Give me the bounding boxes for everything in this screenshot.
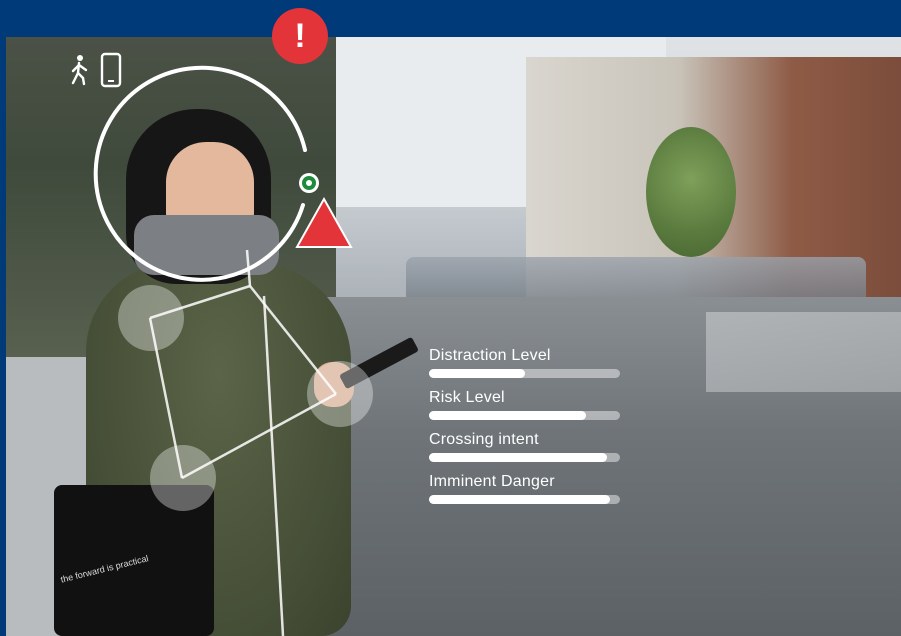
metric-bar-fill xyxy=(429,495,611,504)
metric-bar-fill xyxy=(429,411,586,420)
pose-joints xyxy=(118,285,373,511)
head-tracking-ring xyxy=(93,65,307,282)
metric-label: Distraction Level xyxy=(429,347,551,364)
status-icons xyxy=(71,52,122,88)
metric-row: Crossing intent xyxy=(429,430,629,472)
alert-icon: ! xyxy=(272,8,328,64)
metric-label: Crossing intent xyxy=(429,431,539,448)
joint-wrist xyxy=(307,361,373,427)
metric-bar-track xyxy=(429,453,620,462)
metric-label: Imminent Danger xyxy=(429,473,555,490)
joint-hip xyxy=(150,445,216,511)
metric-label: Risk Level xyxy=(429,389,505,406)
pedestrian-icon xyxy=(71,55,88,86)
metric-bar-track xyxy=(429,411,620,420)
joint-shoulder xyxy=(118,285,184,351)
ar-pedestrian-view: the forward is practical ! Distraction L… xyxy=(0,0,901,636)
warning-triangle-icon xyxy=(295,196,353,248)
metric-row: Distraction Level xyxy=(429,346,629,388)
metric-bar-track xyxy=(429,495,620,504)
metric-bar-fill xyxy=(429,453,607,462)
metric-bar-fill xyxy=(429,369,525,378)
detection-overlay xyxy=(93,65,373,636)
metric-row: Risk Level xyxy=(429,388,629,430)
metric-row: Imminent Danger xyxy=(429,472,629,514)
risk-metrics-panel: Distraction Level Risk Level Crossing inte… xyxy=(429,346,629,514)
phone-icon xyxy=(100,52,122,88)
metric-bar-track xyxy=(429,369,620,378)
